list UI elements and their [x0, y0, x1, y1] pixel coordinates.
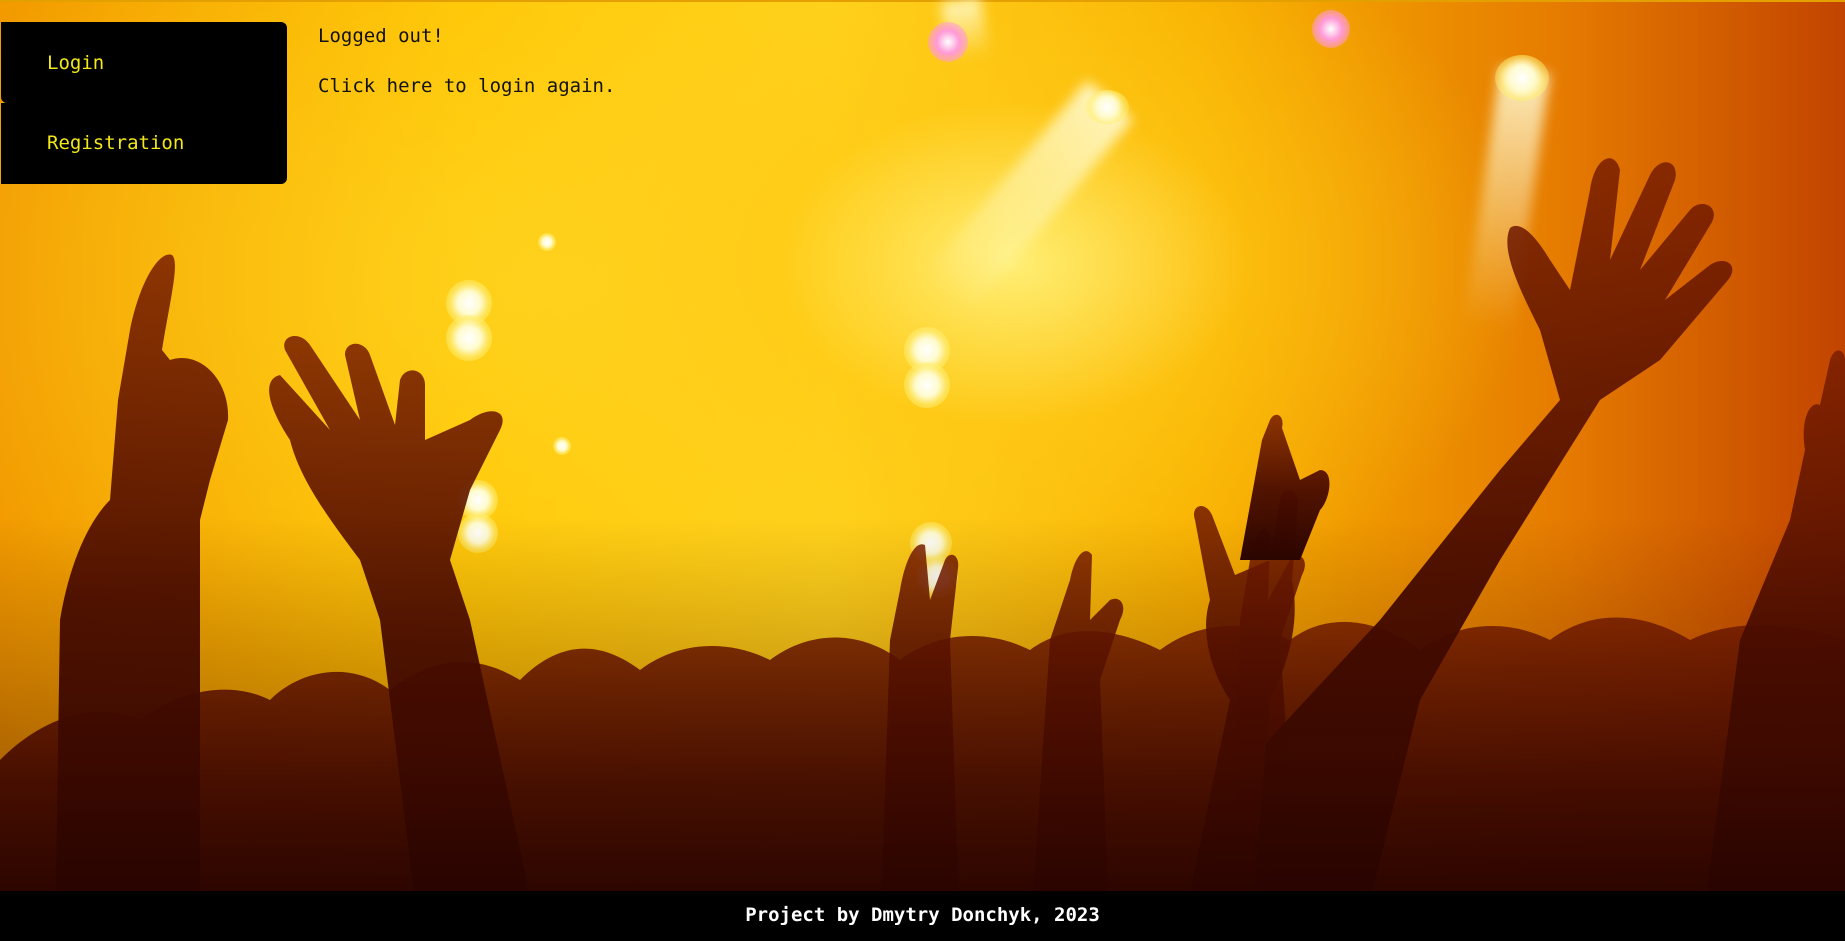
footer-credit: Project by Dmytry Donchyk, 2023: [745, 904, 1100, 926]
status-text: Logged out!: [318, 25, 444, 47]
logout-message: Logged out! Click here to login again.: [318, 24, 615, 124]
page: Login Registration Logged out! Click her…: [0, 0, 1845, 941]
sidebar-nav: Login Registration: [1, 22, 287, 184]
footer: Project by Dmytry Donchyk, 2023: [0, 891, 1845, 941]
nav-link-login[interactable]: Login: [1, 22, 287, 103]
nav-link-registration[interactable]: Registration: [1, 103, 287, 184]
login-again-link[interactable]: Click here to login again.: [318, 75, 615, 97]
